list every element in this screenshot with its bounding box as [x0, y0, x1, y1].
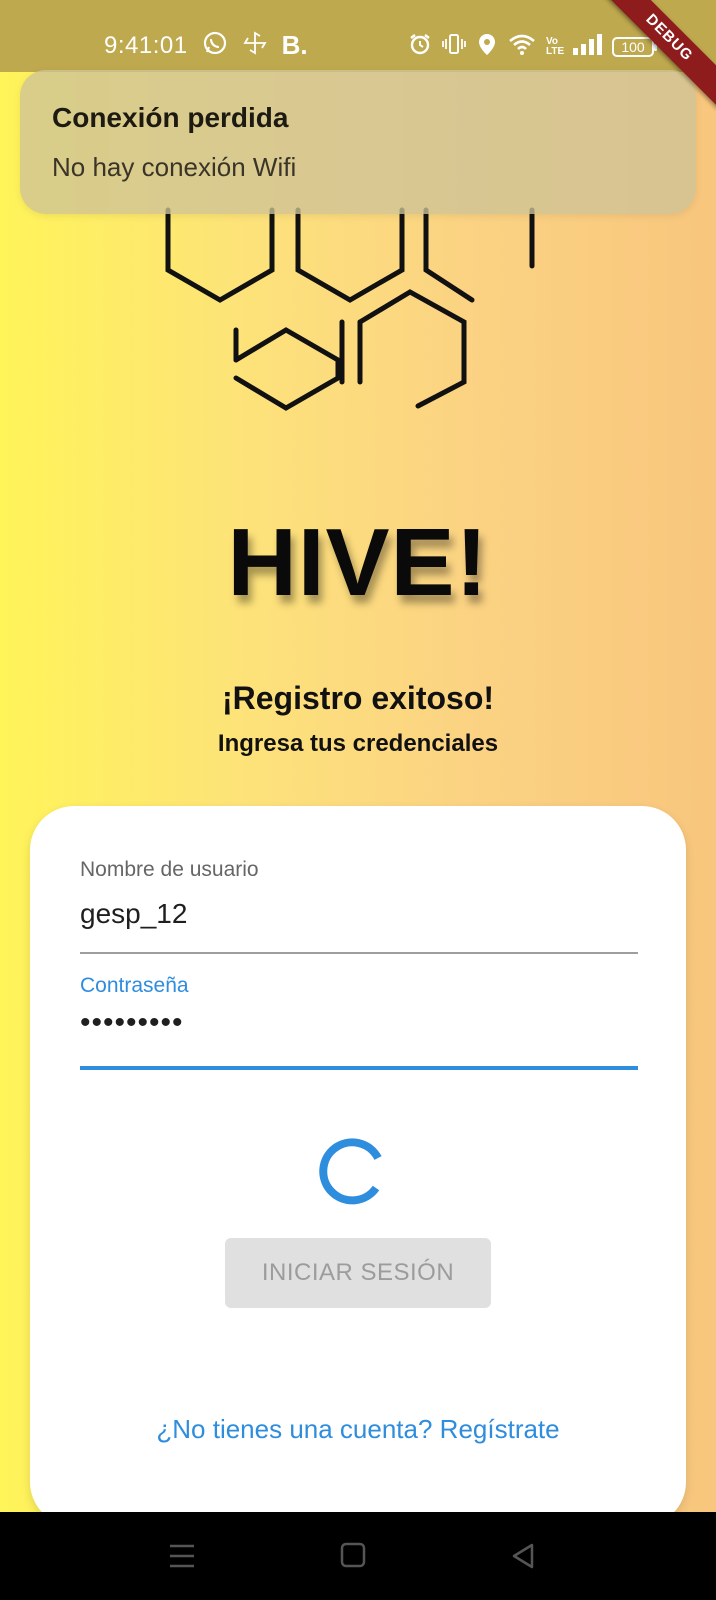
wifi-icon: [508, 32, 536, 61]
password-label: Contraseña: [80, 974, 189, 997]
navigation-bar: [0, 1512, 716, 1600]
battery-icon: 100: [612, 36, 657, 57]
status-left: 9:41:01 B.: [104, 30, 308, 61]
notification-banner[interactable]: Conexión perdida No hay conexión Wifi: [20, 70, 696, 214]
register-link[interactable]: ¿No tienes una cuenta? Regístrate: [30, 1414, 686, 1445]
login-card: Nombre de usuario Contraseña ••••••••• I…: [30, 806, 686, 1526]
password-input[interactable]: •••••••••: [80, 1006, 638, 1046]
login-button[interactable]: INICIAR SESIÓN: [225, 1238, 491, 1308]
success-title: ¡Registro exitoso!: [221, 680, 495, 716]
back-icon[interactable]: [510, 1542, 536, 1575]
loading-spinner-icon: [319, 1138, 382, 1205]
status-b-label: B.: [281, 30, 308, 60]
whatsapp-icon: [202, 30, 228, 61]
status-right: Vo LTE 100: [408, 32, 657, 61]
password-underline: [80, 1066, 638, 1070]
alarm-icon: [408, 32, 432, 61]
vibrate-icon: [442, 32, 466, 61]
app-title: HIVE!: [227, 509, 489, 616]
volte-icon: Vo LTE: [546, 35, 565, 57]
notification-body: No hay conexión Wifi: [52, 152, 297, 182]
username-underline: [80, 952, 638, 954]
settings-pinwheel-icon: [242, 30, 268, 61]
menu-icon[interactable]: [168, 1542, 196, 1575]
username-label: Nombre de usuario: [80, 858, 259, 881]
notification-title: Conexión perdida: [52, 102, 289, 133]
status-time: 9:41:01: [104, 31, 188, 59]
home-icon[interactable]: [340, 1542, 366, 1573]
signal-icon: [572, 33, 602, 60]
location-icon: [476, 32, 498, 61]
username-input[interactable]: [80, 894, 638, 934]
success-subtitle: Ingresa tus credenciales: [217, 730, 499, 757]
